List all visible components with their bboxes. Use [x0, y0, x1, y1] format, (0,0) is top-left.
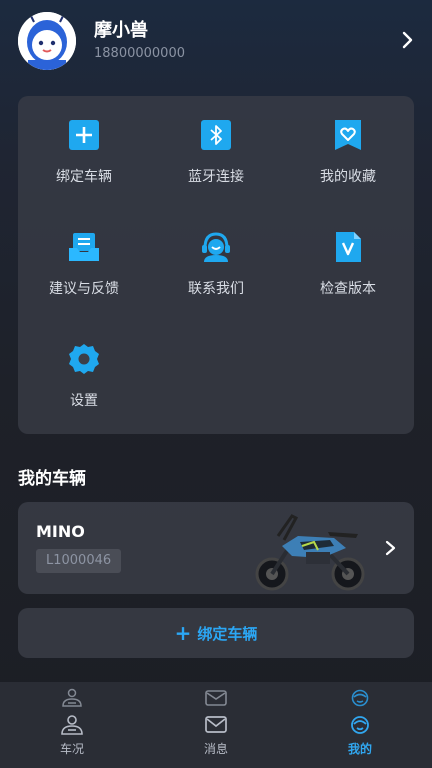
mascot-avatar-icon [18, 12, 76, 70]
menu-label: 绑定车辆 [56, 169, 112, 185]
mail-icon [205, 690, 227, 706]
tab-vehicle-status[interactable]: 车况 [0, 682, 144, 768]
menu-label: 建议与反馈 [49, 281, 119, 297]
tab-label: 消息 [203, 742, 228, 756]
version-icon [336, 232, 361, 262]
profile-name: 摩小兽 [94, 20, 148, 41]
feedback-icon [69, 233, 99, 261]
chevron-right-icon [385, 540, 396, 556]
profile-icon [351, 716, 369, 734]
favorite-icon [335, 120, 361, 150]
menu-label: 检查版本 [320, 281, 376, 297]
menu-label: 我的收藏 [320, 169, 376, 185]
menu-item-feedback[interactable]: 建议与反馈 [18, 208, 150, 320]
menu-item-bind-vehicle[interactable]: 绑定车辆 [18, 96, 150, 208]
menu-item-contact[interactable]: 联系我们 [150, 208, 282, 320]
menu-item-check-version[interactable]: 检查版本 [282, 208, 414, 320]
tab-label: 车况 [59, 742, 84, 756]
vehicle-card[interactable]: MINO L1000046 [18, 502, 414, 594]
tab-label: 我的 [347, 742, 372, 756]
plus-icon: + [174, 621, 192, 645]
profile-header[interactable]: 摩小兽 18800000000 [0, 0, 432, 90]
menu-label: 联系我们 [188, 281, 244, 297]
plus-icon [69, 120, 99, 150]
menu-item-favorites[interactable]: 我的收藏 [282, 96, 414, 208]
chevron-right-icon[interactable] [400, 28, 416, 52]
vehicle-name: MINO [36, 522, 85, 541]
tab-messages[interactable]: 消息 [144, 682, 288, 768]
tab-bar: 车况 消息 我的 [0, 682, 432, 768]
vehicle-id-badge: L1000046 [36, 549, 122, 573]
menu-grid: 绑定车辆 蓝牙连接 我的收藏 建议与反馈 联系我们 检查版本 设置 [18, 96, 414, 434]
bind-vehicle-button[interactable]: + 绑定车辆 [18, 608, 414, 658]
motorcycle-image [255, 514, 365, 591]
menu-item-settings[interactable]: 设置 [18, 320, 150, 432]
menu-label: 设置 [70, 393, 98, 409]
vehicle-status-icon [62, 688, 82, 707]
profile-icon [351, 689, 369, 707]
settings-gear-icon [69, 344, 99, 374]
menu-label: 蓝牙连接 [188, 169, 244, 185]
profile-phone: 18800000000 [94, 46, 185, 61]
menu-item-bluetooth[interactable]: 蓝牙连接 [150, 96, 282, 208]
mail-icon [205, 716, 227, 733]
bluetooth-icon [201, 120, 231, 150]
tab-profile[interactable]: 我的 [288, 682, 432, 768]
avatar[interactable] [18, 12, 76, 70]
vehicles-section-title: 我的车辆 [18, 469, 86, 489]
vehicle-status-icon [61, 715, 83, 735]
bind-vehicle-label: 绑定车辆 [197, 624, 258, 643]
customer-service-icon [202, 232, 230, 262]
